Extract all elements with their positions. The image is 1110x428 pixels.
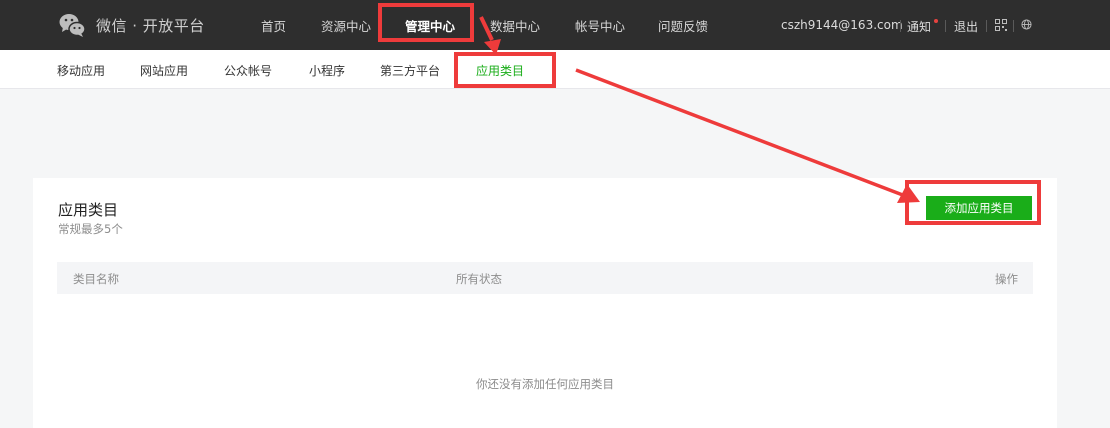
notify-dot-icon [934, 19, 938, 23]
subnav-mobile-app[interactable]: 移动应用 [57, 62, 105, 79]
table-header: 类目名称 所有状态 操作 [57, 262, 1033, 294]
panel-title: 应用类目 [58, 201, 119, 219]
brand-name: 微信 · 开放平台 [96, 16, 205, 35]
subnav-website-app[interactable]: 网站应用 [140, 62, 188, 79]
wechat-logo[interactable]: 微信 · 开放平台 [58, 11, 205, 39]
app-category-panel: 应用类目 常规最多5个 添加应用类目 类目名称 所有状态 操作 你还没有添加任何… [33, 178, 1057, 428]
nav-account-center[interactable]: 帐号中心 [575, 16, 625, 35]
annotation-box-category [454, 52, 556, 88]
annotation-box-management [378, 3, 474, 42]
panel-subtitle: 常规最多5个 [58, 222, 123, 236]
subnav-third-party-platform[interactable]: 第三方平台 [380, 62, 440, 79]
nav-resource-center[interactable]: 资源中心 [321, 16, 371, 35]
subnav-mini-program[interactable]: 小程序 [309, 62, 345, 79]
globe-icon[interactable] [1021, 19, 1032, 30]
wechat-logo-icon [59, 14, 86, 37]
nav-home[interactable]: 首页 [261, 16, 286, 35]
nav-feedback[interactable]: 问题反馈 [658, 16, 708, 35]
nav-data-center[interactable]: 数据中心 [490, 16, 540, 35]
top-navbar: 微信 · 开放平台 首页 资源中心 管理中心 数据中心 帐号中心 问题反馈 cs… [0, 0, 1110, 50]
annotation-box-add-button [905, 180, 1041, 225]
subnav-official-account[interactable]: 公众帐号 [224, 62, 272, 79]
logout-link[interactable]: 退出 [954, 18, 978, 35]
divider [1013, 20, 1014, 32]
user-email[interactable]: cszh9144@163.com [781, 18, 903, 32]
column-status-filter[interactable]: 所有状态 [456, 271, 502, 287]
divider [986, 20, 987, 32]
column-category-name: 类目名称 [73, 272, 119, 286]
qrcode-icon[interactable] [995, 19, 1007, 31]
empty-state-text: 你还没有添加任何应用类目 [476, 377, 614, 391]
column-actions: 操作 [995, 272, 1018, 286]
divider [900, 20, 901, 32]
notify-link[interactable]: 通知 [907, 18, 931, 35]
divider [945, 20, 946, 32]
